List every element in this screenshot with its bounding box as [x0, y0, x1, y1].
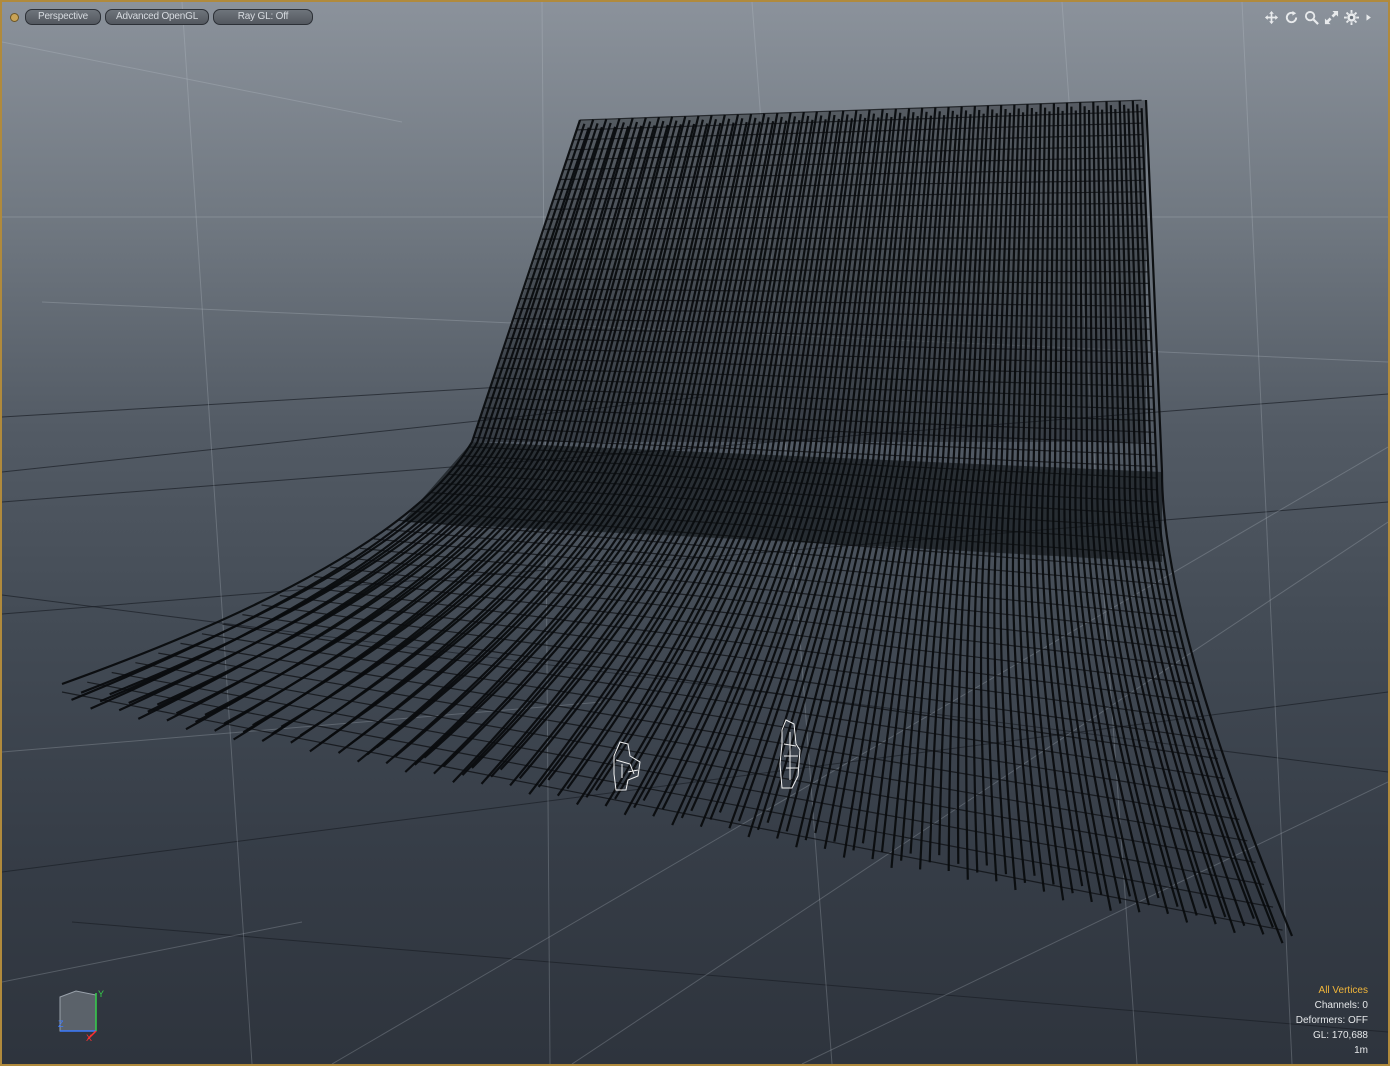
gl-polycount-label: GL: 170,688	[1312, 1030, 1368, 1041]
grid-scale-label: 1m	[1354, 1045, 1368, 1056]
axis-orientation-gizmo: Y X Z	[56, 989, 112, 1046]
settings-icon[interactable]	[1344, 9, 1359, 25]
gizmo-cube	[59, 990, 97, 1032]
gizmo-x-label: X	[86, 1033, 92, 1041]
maximize-view-icon[interactable]	[1324, 10, 1339, 25]
expand-arrow-icon[interactable]	[1364, 10, 1374, 25]
zoom-view-icon[interactable]	[1304, 10, 1319, 25]
channels-label: Channels: 0	[1314, 1000, 1368, 1011]
viewport-header: Perspective Advanced OpenGL Ray GL: Off	[10, 9, 313, 25]
3d-viewport[interactable]: Perspective Advanced OpenGL Ray GL: Off …	[0, 0, 1390, 1066]
raygl-toggle-button[interactable]: Ray GL: Off	[213, 9, 313, 25]
view-mode-button[interactable]: Perspective	[25, 9, 101, 25]
move-view-icon[interactable]	[1264, 10, 1279, 25]
gizmo-z-label: Z	[58, 1019, 64, 1029]
gizmo-y-label: Y	[98, 989, 104, 999]
selection-mode-label[interactable]: All Vertices	[1296, 983, 1368, 998]
rotate-view-icon[interactable]	[1284, 10, 1299, 25]
shading-mode-button[interactable]: Advanced OpenGL	[105, 9, 209, 25]
deformers-label: Deformers: OFF	[1295, 1015, 1368, 1026]
viewport-navigation-tools	[1264, 9, 1374, 25]
viewport-menu-dot[interactable]	[10, 12, 19, 22]
scene-canvas[interactable]	[2, 2, 1388, 1064]
viewport-info-overlay: All Vertices Channels: 0 Deformers: OFF …	[1296, 983, 1368, 1058]
cloth-mesh-wireframe	[61, 99, 1294, 944]
